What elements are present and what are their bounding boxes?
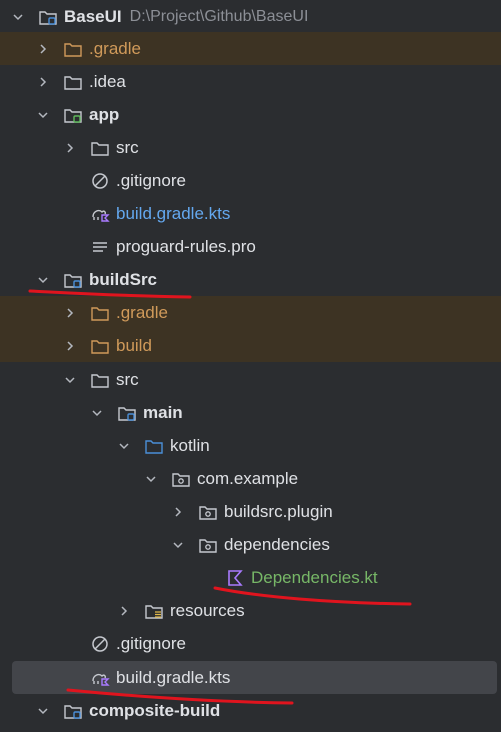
tree-item-label: BaseUI — [64, 6, 122, 26]
tree-item-buildsrc-build[interactable]: build — [0, 329, 501, 362]
tree-item-label: Dependencies.kt — [251, 567, 378, 587]
chevron-right-icon[interactable] — [64, 307, 76, 319]
chevron-right-icon[interactable] — [172, 506, 184, 518]
tree-item-label: .gradle — [89, 38, 141, 58]
tree-item-app[interactable]: app — [0, 98, 501, 131]
tree-item-label: .gradle — [116, 302, 168, 322]
tree-item-buildsrc-gradle[interactable]: .gradle — [0, 296, 501, 329]
chevron-right-icon[interactable] — [118, 605, 130, 617]
folder-icon — [90, 303, 110, 323]
tree-item-proguard-rules[interactable]: proguard-rules.pro — [0, 230, 501, 263]
chevron-down-icon[interactable] — [118, 440, 130, 452]
tree-item-label: .gitignore — [116, 170, 186, 190]
folder-icon — [90, 138, 110, 158]
project-path: D:\Project\Github\BaseUI — [129, 7, 309, 25]
chevron-right-icon[interactable] — [37, 76, 49, 88]
chevron-down-icon[interactable] — [37, 705, 49, 717]
kotlin-file-icon — [225, 568, 245, 588]
tree-item-label: composite-build — [89, 700, 221, 720]
chevron-right-icon[interactable] — [64, 340, 76, 352]
folder-icon — [90, 370, 110, 390]
tree-item-app-gitignore[interactable]: .gitignore — [0, 164, 501, 197]
tree-item-gradle[interactable]: .gradle — [0, 32, 501, 65]
tree-item-idea[interactable]: .idea — [0, 65, 501, 98]
tree-item-buildsrc[interactable]: buildSrc — [0, 263, 501, 296]
text-file-icon — [90, 237, 110, 257]
package-icon — [171, 469, 191, 489]
tree-item-label: proguard-rules.pro — [116, 236, 256, 256]
tree-item-label: main — [143, 402, 183, 422]
package-icon — [198, 502, 218, 522]
tree-item-label: dependencies — [224, 534, 330, 554]
source-root-folder-icon — [117, 403, 137, 423]
gradle-kts-icon — [90, 204, 110, 224]
tree-item-label: .idea — [89, 71, 126, 91]
folder-icon — [90, 336, 110, 356]
tree-item-label: kotlin — [170, 435, 210, 455]
module-folder-icon — [63, 701, 83, 721]
tree-item-buildsrc-build-gradle-kts[interactable]: build.gradle.kts — [12, 661, 497, 694]
chevron-down-icon[interactable] — [91, 407, 103, 419]
tree-item-label: buildSrc — [89, 269, 158, 289]
chevron-right-icon[interactable] — [37, 43, 49, 55]
tree-item-app-build-gradle-kts[interactable]: build.gradle.kts — [0, 197, 501, 230]
tree-item-buildsrc-src[interactable]: src — [0, 363, 501, 396]
gradle-kts-icon — [90, 668, 110, 688]
tree-item-dependencies[interactable]: dependencies — [0, 528, 501, 561]
tree-item-label: src — [116, 137, 139, 157]
tree-item-kotlin[interactable]: kotlin — [0, 429, 501, 462]
tree-item-label: build.gradle.kts — [116, 667, 231, 687]
chevron-down-icon[interactable] — [37, 274, 49, 286]
chevron-down-icon[interactable] — [12, 11, 24, 23]
module-folder-icon — [38, 7, 58, 27]
tree-item-label: resources — [170, 600, 245, 620]
chevron-down-icon[interactable] — [172, 539, 184, 551]
tree-item-app-src[interactable]: src — [0, 131, 501, 164]
tree-item-label: app — [89, 104, 120, 124]
tree-item-main[interactable]: main — [0, 396, 501, 429]
folder-icon — [63, 39, 83, 59]
package-icon — [198, 535, 218, 555]
tree-item-label: .gitignore — [116, 633, 186, 653]
tree-item-com-example[interactable]: com.example — [0, 462, 501, 495]
project-tree: BaseUI D:\Project\Github\BaseUI .gradle … — [0, 0, 501, 732]
tree-item-composite-build[interactable]: composite-build — [0, 694, 501, 727]
tree-item-label: build — [116, 335, 152, 355]
gitignore-icon — [90, 171, 110, 191]
tree-item-label: buildsrc.plugin — [224, 501, 333, 521]
tree-item-baseui[interactable]: BaseUI D:\Project\Github\BaseUI — [0, 0, 501, 33]
tree-item-resources[interactable]: resources — [0, 594, 501, 627]
module-folder-icon — [63, 105, 83, 125]
tree-item-dependencies-kt[interactable]: Dependencies.kt — [0, 561, 501, 594]
chevron-down-icon[interactable] — [64, 374, 76, 386]
chevron-down-icon[interactable] — [145, 473, 157, 485]
blue-folder-icon — [144, 436, 164, 456]
gitignore-icon — [90, 634, 110, 654]
chevron-right-icon[interactable] — [64, 142, 76, 154]
resources-folder-icon — [144, 601, 164, 621]
tree-item-label: com.example — [197, 468, 299, 488]
tree-item-buildsrc-plugin[interactable]: buildsrc.plugin — [0, 495, 501, 528]
tree-item-label: src — [116, 369, 139, 389]
chevron-down-icon[interactable] — [37, 109, 49, 121]
folder-icon — [63, 72, 83, 92]
module-folder-icon — [63, 270, 83, 290]
tree-item-label: build.gradle.kts — [116, 203, 231, 223]
tree-item-buildsrc-gitignore[interactable]: .gitignore — [0, 627, 501, 660]
